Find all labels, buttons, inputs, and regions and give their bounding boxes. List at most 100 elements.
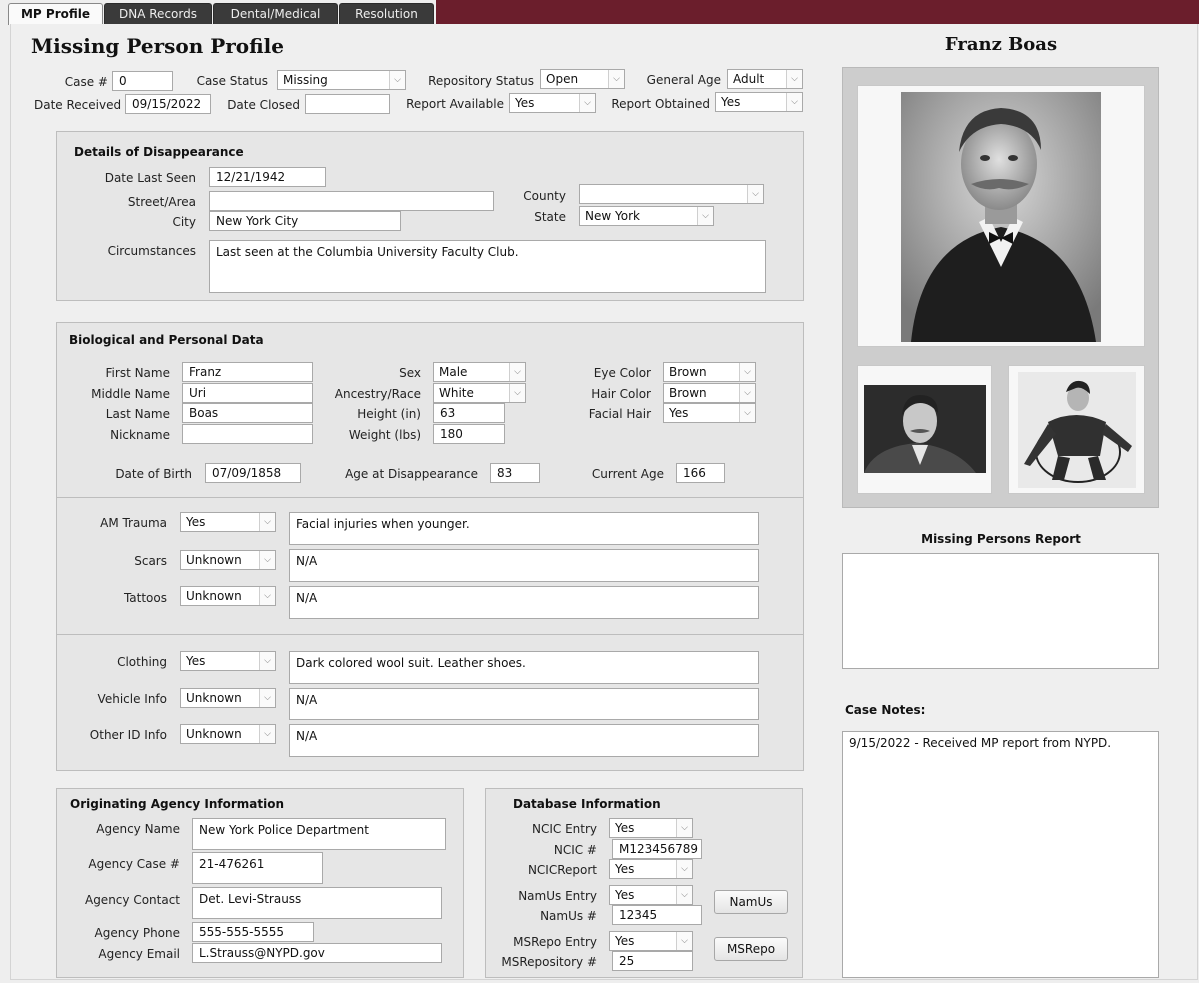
age-at-disappearance-label: Age at Disappearance (345, 467, 478, 481)
chevron-down-icon: ⌵ (259, 652, 275, 670)
scars-textarea[interactable]: N/A (289, 549, 759, 582)
agency-phone-field[interactable]: 555-555-5555 (192, 922, 314, 942)
clothing-textarea[interactable]: Dark colored wool suit. Leather shoes. (289, 651, 759, 684)
clothing-value: Yes (186, 654, 206, 668)
other-id-label: Other ID Info (89, 728, 167, 742)
tab-mp-profile[interactable]: MP Profile (8, 3, 103, 25)
tab-dna-records[interactable]: DNA Records (104, 3, 212, 24)
namus-entry-label: NamUs Entry (518, 889, 597, 903)
eye-color-value: Brown (669, 365, 707, 379)
vehicle-info-select[interactable]: Unknown ⌵ (180, 688, 276, 708)
current-age-field[interactable]: 166 (676, 463, 725, 483)
weight-field[interactable]: 180 (433, 424, 505, 444)
am-trauma-select[interactable]: Yes ⌵ (180, 512, 276, 532)
last-name-field[interactable]: Boas (182, 403, 313, 423)
report-available-label: Report Available (406, 97, 504, 111)
scars-value: Unknown (186, 553, 242, 567)
dob-label: Date of Birth (115, 467, 192, 481)
chevron-down-icon: ⌵ (259, 551, 275, 569)
namus-number-field[interactable]: 12345 (612, 905, 702, 925)
facial-hair-select[interactable]: Yes ⌵ (663, 403, 756, 423)
namus-button[interactable]: NamUs (714, 890, 788, 914)
case-status-value: Missing (283, 73, 328, 87)
dob-field[interactable]: 07/09/1858 (205, 463, 301, 483)
date-closed-field[interactable] (305, 94, 390, 114)
ncic-entry-select[interactable]: Yes ⌵ (609, 818, 693, 838)
database-title: Database Information (513, 797, 661, 811)
state-select[interactable]: New York ⌵ (579, 206, 714, 226)
scars-select[interactable]: Unknown ⌵ (180, 550, 276, 570)
tab-resolution[interactable]: Resolution (339, 3, 434, 24)
sex-value: Male (439, 365, 468, 379)
agency-name-label: Agency Name (96, 822, 180, 836)
case-number-field[interactable]: 0 (112, 71, 173, 91)
agency-name-field[interactable]: New York Police Department (192, 818, 446, 850)
portrait-thumbnail-2 (1018, 372, 1136, 488)
chevron-down-icon: ⌵ (389, 71, 405, 89)
first-name-field[interactable]: Franz (182, 362, 313, 382)
chevron-down-icon: ⌵ (259, 513, 275, 531)
agency-email-field[interactable]: L.Strauss@NYPD.gov (192, 943, 442, 963)
county-select[interactable]: ⌵ (579, 184, 764, 204)
chevron-down-icon: ⌵ (579, 94, 595, 112)
portrait-thumbnail-1 (864, 385, 986, 473)
chevron-down-icon: ⌵ (509, 384, 525, 402)
ancestry-select[interactable]: White ⌵ (433, 383, 526, 403)
middle-name-field[interactable]: Uri (182, 383, 313, 403)
ncic-number-field[interactable]: M123456789 (612, 839, 702, 859)
circumstances-textarea[interactable]: Last seen at the Columbia University Fac… (209, 240, 766, 293)
missing-persons-report-box[interactable] (842, 553, 1159, 669)
ncic-report-select[interactable]: Yes ⌵ (609, 859, 693, 879)
street-area-field[interactable] (209, 191, 494, 211)
agency-contact-field[interactable]: Det. Levi-Strauss (192, 887, 442, 919)
general-age-select[interactable]: Adult ⌵ (727, 69, 803, 89)
main-photo-frame[interactable] (857, 85, 1145, 347)
other-id-select[interactable]: Unknown ⌵ (180, 724, 276, 744)
tattoos-select[interactable]: Unknown ⌵ (180, 586, 276, 606)
repository-status-select[interactable]: Open ⌵ (540, 69, 625, 89)
scars-label: Scars (134, 554, 167, 568)
thumbnail-photo-1[interactable] (857, 365, 992, 494)
namus-entry-select[interactable]: Yes ⌵ (609, 885, 693, 905)
thumbnail-photo-2[interactable] (1008, 365, 1145, 494)
sex-select[interactable]: Male ⌵ (433, 362, 526, 382)
repository-status-label: Repository Status (428, 74, 534, 88)
agency-case-field[interactable]: 21-476261 (192, 852, 323, 884)
age-at-disappearance-field[interactable]: 83 (490, 463, 540, 483)
msrepo-number-field[interactable]: 25 (612, 951, 693, 971)
case-status-select[interactable]: Missing ⌵ (277, 70, 406, 90)
msrepo-entry-label: MSRepo Entry (513, 935, 597, 949)
state-value: New York (585, 209, 640, 223)
clothing-select[interactable]: Yes ⌵ (180, 651, 276, 671)
tattoos-value: Unknown (186, 589, 242, 603)
case-notes-textarea[interactable]: 9/15/2022 - Received MP report from NYPD… (842, 731, 1159, 978)
chevron-down-icon: ⌵ (739, 363, 755, 381)
height-field[interactable]: 63 (433, 403, 505, 423)
tab-dental-medical[interactable]: Dental/Medical (213, 3, 338, 24)
agency-phone-label: Agency Phone (94, 926, 181, 940)
general-age-value: Adult (733, 72, 765, 86)
ancestry-value: White (439, 386, 474, 400)
page-title: Missing Person Profile (31, 34, 284, 58)
eye-color-select[interactable]: Brown ⌵ (663, 362, 756, 382)
ncic-entry-value: Yes (615, 821, 635, 835)
city-field[interactable]: New York City (209, 211, 401, 231)
ancestry-label: Ancestry/Race (334, 387, 421, 401)
report-available-select[interactable]: Yes ⌵ (509, 93, 596, 113)
report-obtained-select[interactable]: Yes ⌵ (715, 92, 803, 112)
chevron-down-icon: ⌵ (676, 932, 692, 950)
date-received-field[interactable]: 09/15/2022 (125, 94, 211, 114)
chevron-down-icon: ⌵ (786, 70, 802, 88)
date-last-seen-field[interactable]: 12/21/1942 (209, 167, 326, 187)
am-trauma-textarea[interactable]: Facial injuries when younger. (289, 512, 759, 545)
circumstances-label: Circumstances (107, 244, 196, 258)
date-last-seen-label: Date Last Seen (104, 171, 196, 185)
nickname-field[interactable] (182, 424, 313, 444)
hair-color-select[interactable]: Brown ⌵ (663, 383, 756, 403)
vehicle-info-label: Vehicle Info (97, 692, 167, 706)
msrepo-entry-select[interactable]: Yes ⌵ (609, 931, 693, 951)
other-id-textarea[interactable]: N/A (289, 724, 759, 757)
msrepo-button[interactable]: MSRepo (714, 937, 788, 961)
vehicle-info-textarea[interactable]: N/A (289, 688, 759, 720)
tattoos-textarea[interactable]: N/A (289, 586, 759, 619)
